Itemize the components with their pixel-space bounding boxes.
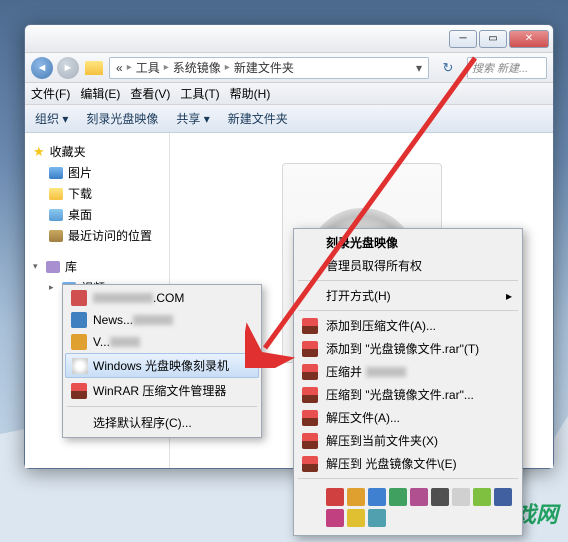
desktop-icon [49,209,63,221]
menu-help[interactable]: 帮助(H) [230,85,271,102]
context-menu: 刻录光盘映像 管理员取得所有权 打开方式(H)▸ 添加到压缩文件(A)... 添… [293,228,523,536]
pictures-icon [49,167,63,179]
app-icon [71,290,87,306]
toolbar-newfolder[interactable]: 新建文件夹 [228,110,288,127]
color-tile[interactable] [473,488,491,506]
menu-tools[interactable]: 工具(T) [180,85,219,102]
submenu-item[interactable]: V... [65,331,259,353]
sidebar-favorites[interactable]: ★ 收藏夹 [25,141,169,162]
app-icon [71,334,87,350]
ctx-compress[interactable]: 压缩并 [296,360,520,383]
separator [67,406,257,407]
library-icon [46,261,60,273]
winrar-icon [302,410,318,426]
submenu-winrar[interactable]: WinRAR 压缩文件管理器 [65,378,259,403]
menu-view[interactable]: 查看(V) [130,85,170,102]
minimize-button[interactable]: ─ [449,30,477,48]
sidebar-item-desktop[interactable]: 桌面 [25,204,169,225]
color-tile[interactable] [347,488,365,506]
openwith-submenu: .COM News... V... Windows 光盘映像刻录机 WinRAR… [62,284,262,438]
menu-file[interactable]: 文件(F) [31,85,70,102]
toolbar-share[interactable]: 共享 ▾ [176,110,209,127]
close-button[interactable]: ✕ [509,30,549,48]
star-icon: ★ [33,144,45,160]
expand-icon: ▾ [33,261,41,272]
ctx-extract[interactable]: 解压文件(A)... [296,406,520,429]
menu-edit[interactable]: 编辑(E) [80,85,120,102]
color-tile[interactable] [368,488,386,506]
breadcrumb-overflow: « [116,61,123,75]
navbar: ◄ ► « ▸ 工具 ▸ 系统镜像 ▸ 新建文件夹 ▾ ↻ 搜索 新建... [25,53,553,83]
ctx-burn[interactable]: 刻录光盘映像 [296,231,520,254]
ctx-openwith[interactable]: 打开方式(H)▸ [296,284,520,307]
color-tile[interactable] [494,488,512,506]
sidebar-item-pictures[interactable]: 图片 [25,162,169,183]
winrar-icon [302,456,318,472]
submenu-item[interactable]: News... [65,309,259,331]
forward-button[interactable]: ► [57,57,79,79]
recent-icon [49,230,63,242]
sidebar-item-recent[interactable]: 最近访问的位置 [25,225,169,246]
ctx-tile-row [296,482,520,533]
separator [298,478,518,479]
sidebar-item-downloads[interactable]: 下载 [25,183,169,204]
expand-icon: ▸ [49,282,57,293]
breadcrumb-seg[interactable]: 新建文件夹 [234,59,294,76]
submenu-item[interactable]: .COM [65,287,259,309]
toolbar: 组织 ▾ 刻录光盘映像 共享 ▾ 新建文件夹 [25,105,553,133]
color-tile[interactable] [410,488,428,506]
color-tile[interactable] [326,488,344,506]
winrar-icon [302,364,318,380]
winrar-icon [71,383,87,399]
maximize-button[interactable]: ▭ [479,30,507,48]
sidebar-libraries[interactable]: ▾ 库 [25,256,169,277]
disc-icon [72,358,88,374]
breadcrumb-seg[interactable]: 工具 [136,59,160,76]
search-input[interactable]: 搜索 新建... [467,57,547,79]
ctx-add-archive[interactable]: 添加到压缩文件(A)... [296,314,520,337]
refresh-button[interactable]: ↻ [437,57,459,79]
color-tile[interactable] [368,509,386,527]
download-icon [49,188,63,200]
breadcrumb-seg[interactable]: 系统镜像 [173,59,221,76]
color-tile[interactable] [431,488,449,506]
winrar-icon [302,433,318,449]
color-tile[interactable] [452,488,470,506]
submenu-arrow-icon: ▸ [506,289,512,303]
toolbar-burn[interactable]: 刻录光盘映像 [86,110,158,127]
app-icon [71,312,87,328]
separator [298,280,518,281]
ctx-extract-here[interactable]: 解压到当前文件夹(X) [296,429,520,452]
toolbar-organize[interactable]: 组织 ▾ [35,110,68,127]
menubar: 文件(F) 编辑(E) 查看(V) 工具(T) 帮助(H) [25,83,553,105]
back-button[interactable]: ◄ [31,57,53,79]
breadcrumb[interactable]: « ▸ 工具 ▸ 系统镜像 ▸ 新建文件夹 ▾ [109,57,429,79]
winrar-icon [302,318,318,334]
color-tile[interactable] [347,509,365,527]
winrar-icon [302,341,318,357]
submenu-windows-burner[interactable]: Windows 光盘映像刻录机 [65,353,259,378]
folder-icon [85,61,103,75]
separator [298,310,518,311]
ctx-compress-to[interactable]: 压缩到 "光盘镜像文件.rar"... [296,383,520,406]
ctx-extract-to[interactable]: 解压到 光盘镜像文件\(E) [296,452,520,475]
ctx-admin[interactable]: 管理员取得所有权 [296,254,520,277]
winrar-icon [302,387,318,403]
color-tile[interactable] [389,488,407,506]
submenu-choose-default[interactable]: 选择默认程序(C)... [65,410,259,435]
ctx-add-to[interactable]: 添加到 "光盘镜像文件.rar"(T) [296,337,520,360]
titlebar: ─ ▭ ✕ [25,25,553,53]
color-tile[interactable] [326,509,344,527]
